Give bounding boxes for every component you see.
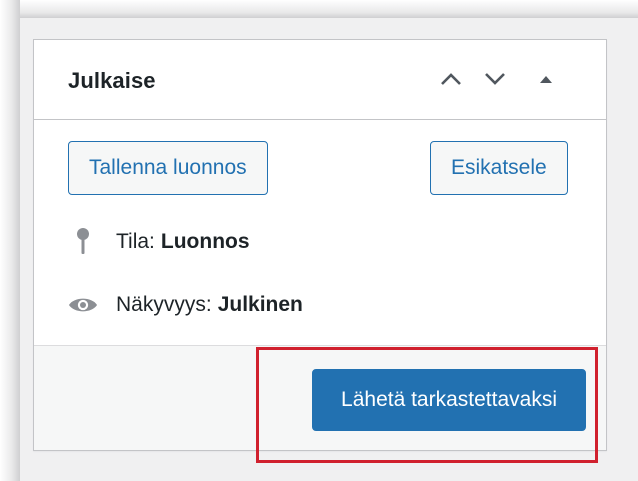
screen-edge-left bbox=[0, 0, 20, 481]
preview-button[interactable]: Esikatsele bbox=[430, 141, 568, 195]
status-row: Tila: Luonnos bbox=[68, 227, 250, 257]
status-value: Luonnos bbox=[160, 230, 250, 253]
panel-footer: Lähetä tarkastettavaksi bbox=[34, 345, 606, 450]
publish-panel: Julkaise Tallenna luonnos Esikatsele Til… bbox=[33, 39, 607, 451]
visibility-label: Näkyvyys: bbox=[116, 293, 212, 316]
triangle-up-icon bbox=[540, 76, 552, 83]
move-up-button[interactable] bbox=[434, 62, 468, 96]
status-label: Tila: bbox=[116, 230, 155, 253]
visibility-row: Näkyvyys: Julkinen bbox=[68, 293, 303, 317]
eye-icon bbox=[68, 295, 98, 315]
visibility-value: Julkinen bbox=[217, 293, 303, 316]
toggle-panel-button[interactable] bbox=[529, 62, 563, 96]
move-down-button[interactable] bbox=[478, 62, 512, 96]
panel-title: Julkaise bbox=[68, 68, 156, 93]
screen-edge-top bbox=[0, 0, 638, 18]
panel-header: Julkaise bbox=[34, 40, 606, 120]
chevron-up-icon bbox=[441, 73, 461, 85]
pin-icon bbox=[68, 227, 98, 257]
chevron-down-icon bbox=[485, 73, 505, 85]
submit-for-review-button[interactable]: Lähetä tarkastettavaksi bbox=[312, 369, 586, 431]
save-draft-button[interactable]: Tallenna luonnos bbox=[68, 141, 268, 195]
